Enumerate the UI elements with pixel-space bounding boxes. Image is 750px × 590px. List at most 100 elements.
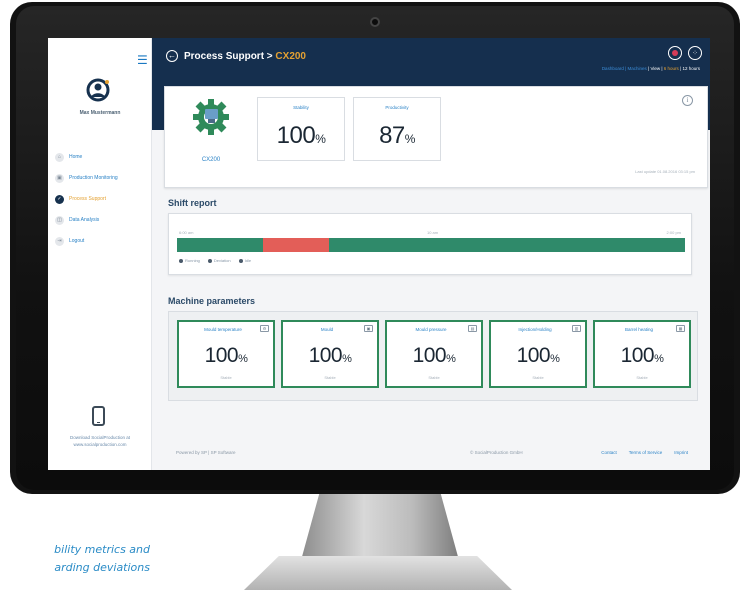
legend-dot-icon	[179, 258, 183, 263]
sidebar-item-label: Process Support	[69, 196, 106, 202]
machine-summary-card: CX200 Stability 100% Productivity 87% i …	[164, 86, 708, 188]
shift-segment-deviation[interactable]	[263, 238, 330, 252]
monitor-stand-neck	[300, 494, 460, 564]
sidebar-nav: ⌂ Home ▣ Production Monitoring ✓ Process Supp…	[55, 150, 151, 255]
parameter-tile[interactable]: Mould pressure ▤ 100% Stable	[385, 320, 483, 388]
kpi-unit: %	[315, 132, 326, 146]
footer-powered-by: Powered by SP | SP Software	[176, 450, 236, 455]
monitor-stand-base	[244, 556, 512, 590]
page-footer: Powered by SP | SP Software © SocialProd…	[152, 438, 710, 470]
legend-item: Running	[179, 258, 200, 263]
page-title: Process Support > CX200	[184, 51, 306, 62]
view-link-12h[interactable]: | 12 hours	[679, 66, 700, 71]
legend-dot-icon	[238, 258, 243, 263]
shift-segment-running[interactable]	[177, 238, 264, 252]
machine-gear-icon	[193, 99, 229, 135]
view-link-6h[interactable]: 6 hours	[664, 66, 679, 71]
footer-link-contact[interactable]: Contact	[601, 450, 617, 455]
kpi-value: 100%	[258, 122, 344, 150]
back-arrow-icon[interactable]: ←	[166, 50, 178, 62]
view-range-links: Dashboard | Machines | View | 6 hours | …	[602, 66, 700, 71]
header-actions: ⁘	[668, 46, 702, 60]
parameter-icon: ▥	[572, 325, 581, 332]
legend-item: Deviation	[207, 258, 231, 263]
hamburger-icon[interactable]: ☰	[137, 54, 148, 66]
apps-grid-icon[interactable]: ⁘	[688, 46, 702, 60]
parameter-label: Mould temperature	[204, 327, 242, 332]
user-name: Max Mustermann	[79, 110, 121, 116]
legend-label: Idle	[244, 258, 252, 263]
parameter-value: 100%	[595, 344, 689, 368]
promo-line-2: www.socialproduction.com	[73, 442, 127, 447]
parameter-label: Mould	[320, 327, 334, 332]
shift-end-time: 2:00 pm	[666, 230, 681, 235]
shift-legend: Running Deviation Idle	[179, 258, 251, 263]
parameter-icon: ▤	[468, 325, 477, 332]
parameter-value: 100%	[283, 344, 377, 368]
info-icon[interactable]: i	[682, 95, 693, 106]
parameter-status: Stable	[636, 375, 648, 380]
legend-dot-icon	[207, 258, 212, 263]
footer-link-imprint[interactable]: Imprint	[674, 450, 688, 455]
view-link-view[interactable]: | View |	[648, 66, 664, 71]
kpi-stability[interactable]: Stability 100%	[257, 97, 345, 161]
parameter-tile[interactable]: Barrel heating ▦ 100% Stable	[593, 320, 691, 388]
parameter-number: 100	[204, 344, 239, 367]
notification-icon[interactable]	[668, 46, 682, 60]
view-link-dashboard[interactable]: Dashboard | Machines	[602, 66, 647, 71]
sidebar-item-data-analysis[interactable]: ◫ Data Analysis	[55, 213, 151, 227]
sidebar-item-label: Production Monitoring	[69, 175, 118, 181]
sidebar-item-process-support[interactable]: ✓ Process Support	[55, 192, 151, 206]
legend-item: Idle	[238, 258, 252, 263]
breadcrumb-current: CX200	[275, 51, 306, 62]
sidebar-item-production-monitoring[interactable]: ▣ Production Monitoring	[55, 171, 151, 185]
parameter-label: Mould pressure	[415, 327, 447, 332]
parameter-value: 100%	[387, 344, 481, 368]
parameter-status: Stable	[428, 375, 440, 380]
parameter-status: Stable	[220, 375, 232, 380]
parameter-tile[interactable]: Mould temperature ⚙ 100% Stable	[177, 320, 275, 388]
parameter-icon: ▦	[676, 325, 685, 332]
parameter-tile[interactable]: Mould ▣ 100% Stable	[281, 320, 379, 388]
parameter-value: 100%	[179, 344, 273, 368]
parameter-unit: %	[342, 353, 352, 365]
kpi-productivity[interactable]: Productivity 87%	[353, 97, 441, 161]
sidebar-item-logout[interactable]: ⇥ Logout	[55, 234, 151, 248]
shift-start-time: 6:00 am	[179, 230, 194, 235]
machine-id: CX200	[201, 157, 221, 163]
footer-copyright: © SocialProduction GmbH	[470, 450, 523, 455]
breadcrumb-parent[interactable]: Process Support >	[184, 51, 275, 62]
parameter-label: Injection/Holding	[518, 327, 552, 332]
caption-line-1: bility metrics and	[54, 543, 150, 556]
user-avatar-icon[interactable]	[86, 78, 110, 102]
parameter-unit: %	[446, 353, 456, 365]
caption-line-2: arding deviations	[54, 561, 150, 574]
app-promo[interactable]: Download SocialProduction at www.socialp…	[52, 434, 148, 448]
footer-links: Contact Terms of Service Imprint	[601, 450, 688, 455]
parameter-icon: ⚙	[260, 325, 269, 332]
parameter-tile[interactable]: Injection/Holding ▥ 100% Stable	[489, 320, 587, 388]
home-icon: ⌂	[55, 152, 64, 162]
parameter-unit: %	[654, 353, 664, 365]
parameter-number: 100	[620, 344, 655, 367]
figure-caption: bility metrics and arding deviations	[0, 541, 150, 577]
kpi-value: 87%	[354, 122, 440, 150]
stage: ☰ Max Mustermann ⌂ Home ▣ Production Monito…	[0, 0, 750, 590]
parameter-value: 100%	[491, 344, 585, 368]
kpi-number: 87	[379, 122, 405, 149]
parameter-unit: %	[550, 353, 560, 365]
footer-link-terms[interactable]: Terms of Service	[629, 450, 663, 455]
shift-report-card: 6:00 am 10 am 2:00 pm Running Deviation Id…	[168, 213, 692, 275]
sidebar-item-label: Logout	[69, 238, 85, 244]
parameter-status: Stable	[324, 375, 336, 380]
last-update-note: Last update 01.08.2016 03:15 pm	[635, 169, 695, 174]
parameter-status: Stable	[532, 375, 544, 380]
legend-label: Deviation	[213, 258, 231, 263]
shift-timeline-bar[interactable]	[177, 238, 685, 252]
monitor-icon: ▣	[55, 173, 64, 183]
shift-mid-time: 10 am	[427, 230, 439, 235]
check-circle-icon: ✓	[55, 194, 64, 204]
shift-segment-running[interactable]	[329, 238, 685, 252]
parameter-number: 100	[308, 344, 343, 367]
sidebar-item-home[interactable]: ⌂ Home	[55, 150, 151, 164]
